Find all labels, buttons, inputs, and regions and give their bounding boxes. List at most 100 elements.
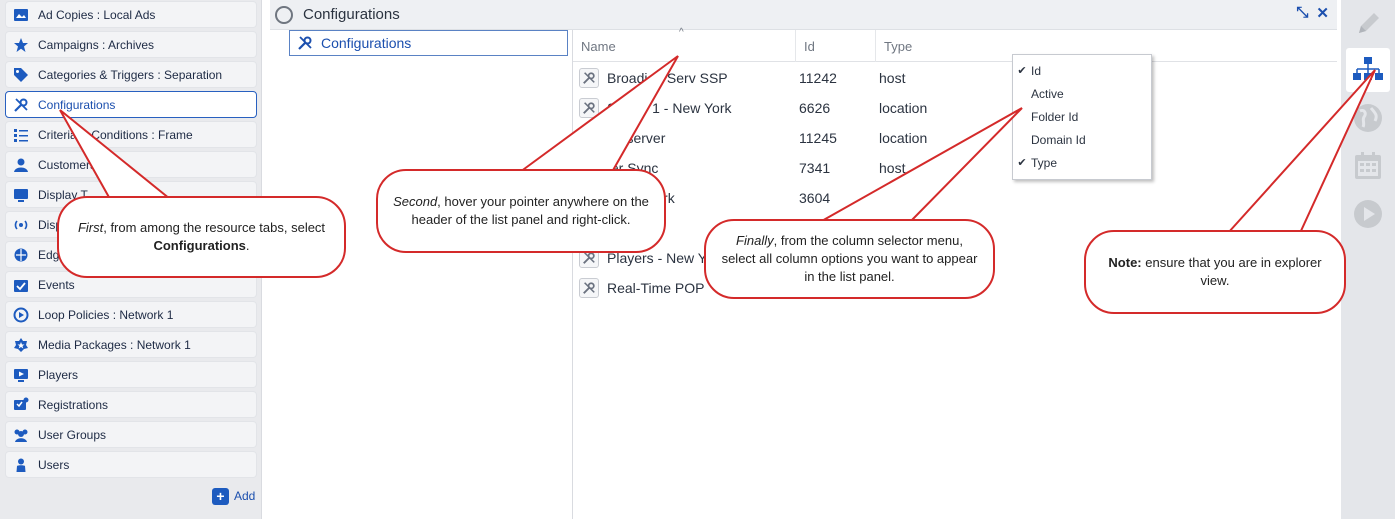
first-callout-lead: First bbox=[77, 220, 104, 235]
sidebar-item-campaigns-archives[interactable]: Campaigns : Archives bbox=[5, 31, 257, 58]
second-callout: Second, hover your pointer anywhere on t… bbox=[376, 169, 666, 253]
row-name: ge server bbox=[607, 130, 666, 146]
tag-icon bbox=[12, 66, 30, 84]
sidebar-item-categories-triggers-separation[interactable]: Categories & Triggers : Separation bbox=[5, 61, 257, 88]
sidebar-item-ad-copies-local-ads[interactable]: Ad Copies : Local Ads bbox=[5, 1, 257, 28]
row-type: location bbox=[879, 130, 928, 146]
row-id: 11245 bbox=[799, 130, 837, 146]
column-option-type[interactable]: ✔ Type bbox=[1013, 151, 1151, 174]
tree-node-label: Configurations bbox=[321, 35, 412, 51]
wrench-screwdriver-icon bbox=[579, 68, 599, 88]
tree-node-configurations[interactable]: Configurations bbox=[289, 30, 568, 56]
sidebar-item-label: Users bbox=[38, 457, 70, 472]
panel-title-bar: Configurations ⤡ ✕ bbox=[270, 0, 1337, 30]
close-icon[interactable]: ✕ bbox=[1316, 4, 1329, 22]
add-button[interactable]: + Add bbox=[208, 485, 259, 507]
folder-icon bbox=[275, 5, 293, 24]
table-row[interactable]: Server 1 - New York 6626 location bbox=[573, 93, 1337, 123]
row-name: Real-Time POP bbox=[607, 280, 705, 296]
sidebar-item-loop-policies-network-1[interactable]: Loop Policies : Network 1 bbox=[5, 301, 257, 328]
first-callout: First, from among the resource tabs, sel… bbox=[57, 196, 346, 278]
calendar-view-button[interactable] bbox=[1346, 144, 1390, 188]
registrations-icon bbox=[12, 396, 30, 414]
sidebar-item-label: Events bbox=[38, 277, 75, 292]
wrench-screwdriver-icon bbox=[579, 98, 599, 118]
column-option-folder-id[interactable]: Folder Id bbox=[1013, 105, 1151, 128]
row-id: 11242 bbox=[799, 70, 837, 86]
table-row[interactable]: Broad​ign Serv SSP 11242 host bbox=[573, 63, 1337, 93]
first-callout-bold: Configurations bbox=[153, 238, 246, 253]
column-option-label: Folder Id bbox=[1031, 109, 1079, 124]
sidebar-item-media-packages-network-1[interactable]: Media Packages : Network 1 bbox=[5, 331, 257, 358]
display-icon bbox=[12, 186, 30, 204]
wrench-screwdriver-icon bbox=[12, 96, 30, 114]
sidebar-item-users[interactable]: Users bbox=[5, 451, 257, 478]
star-icon bbox=[12, 36, 30, 54]
panel-title: Configurations bbox=[303, 6, 400, 23]
sidebar-item-label: Ad Copies : Local Ads bbox=[38, 7, 156, 22]
edge-icon bbox=[12, 246, 30, 264]
edit-view-button[interactable] bbox=[1346, 2, 1390, 46]
column-header-id[interactable]: Id bbox=[796, 30, 876, 62]
row-type: host bbox=[879, 160, 906, 176]
table-row[interactable]: - New York3604h bbox=[573, 183, 1337, 213]
row-type: h bbox=[879, 190, 887, 206]
loop-icon bbox=[12, 306, 30, 324]
sidebar-item-label: Configurations bbox=[38, 97, 116, 112]
column-option-domain-id[interactable]: Domain Id bbox=[1013, 128, 1151, 151]
row-name: Broad​ign Serv SSP bbox=[607, 70, 728, 86]
sidebar-item-label: User Groups bbox=[38, 427, 107, 442]
sidebar-item-label: Registrations bbox=[38, 397, 109, 412]
playback-view-button[interactable] bbox=[1346, 192, 1390, 236]
badge-icon bbox=[12, 336, 30, 354]
note-callout: Note: ensure that you are in explorer vi… bbox=[1084, 230, 1346, 314]
row-type: host bbox=[879, 70, 906, 86]
second-callout-text: , hover your pointer anywhere on the hea… bbox=[411, 194, 649, 227]
row-id: 3604 bbox=[799, 190, 831, 206]
list-header[interactable]: ^ Name Id Type bbox=[573, 27, 1337, 62]
wrench-screwdriver-icon bbox=[298, 36, 312, 50]
checkmark-icon: ✔ bbox=[1017, 157, 1027, 169]
sidebar-item-label: Loop Policies : Network 1 bbox=[38, 307, 174, 322]
wrench-screwdriver-icon bbox=[579, 278, 599, 298]
row-type: location bbox=[879, 100, 928, 116]
sidebar-item-registrations[interactable]: Registrations bbox=[5, 391, 257, 418]
sidebar-item-label: Criteria & Conditions : Frame bbox=[38, 127, 193, 142]
restore-icon[interactable]: ⤡ bbox=[1296, 4, 1308, 22]
view-toolbar bbox=[1341, 0, 1395, 519]
sidebar-item-criteria-conditions-frame[interactable]: Criteria & Conditions : Frame bbox=[5, 121, 257, 148]
broadcast-icon bbox=[12, 216, 30, 234]
sidebar-item-label: Campaigns : Archives bbox=[38, 37, 155, 52]
calendar-check-icon bbox=[12, 276, 30, 294]
map-view-button[interactable] bbox=[1346, 96, 1390, 140]
column-option-label: Active bbox=[1031, 86, 1064, 101]
column-option-id[interactable]: ✔ Id bbox=[1013, 59, 1151, 82]
sidebar-item-label: Players bbox=[38, 367, 79, 382]
sidebar-item-configurations[interactable]: Configurations bbox=[5, 91, 257, 118]
sidebar-item-user-groups[interactable]: User Groups bbox=[5, 421, 257, 448]
play-icon bbox=[1354, 200, 1382, 228]
sidebar-item-label: Media Packages : Network 1 bbox=[38, 337, 191, 352]
column-option-active[interactable]: Active bbox=[1013, 82, 1151, 105]
explorer-view-button[interactable] bbox=[1346, 48, 1390, 92]
wrench-screwdriver-icon bbox=[579, 128, 599, 148]
player-icon bbox=[12, 366, 30, 384]
user-icon bbox=[12, 456, 30, 474]
note-callout-text: ensure that you are in explorer view. bbox=[1141, 255, 1322, 288]
column-selector-menu: ✔ Id Active Folder Id Domain Id ✔ Type bbox=[1012, 54, 1152, 180]
column-header-name[interactable]: Name bbox=[573, 30, 796, 62]
first-callout-tail: . bbox=[245, 238, 250, 253]
column-option-label: Type bbox=[1031, 155, 1058, 170]
table-row[interactable]: ter Sync 7341 host bbox=[573, 153, 1337, 183]
plus-icon: + bbox=[212, 487, 229, 505]
row-id: 7341 bbox=[799, 160, 831, 176]
pencil-icon bbox=[1359, 13, 1379, 33]
user-groups-icon bbox=[12, 426, 30, 444]
sidebar-item-players[interactable]: Players bbox=[5, 361, 257, 388]
globe-icon bbox=[1354, 104, 1382, 132]
row-name: Server 1 - New York bbox=[607, 100, 732, 116]
calendar-icon bbox=[1355, 152, 1381, 179]
table-row[interactable]: ge server 11245 location bbox=[573, 123, 1337, 153]
add-button-label: Add bbox=[234, 489, 256, 503]
sidebar-item-customers[interactable]: Customers bbox=[5, 151, 257, 178]
